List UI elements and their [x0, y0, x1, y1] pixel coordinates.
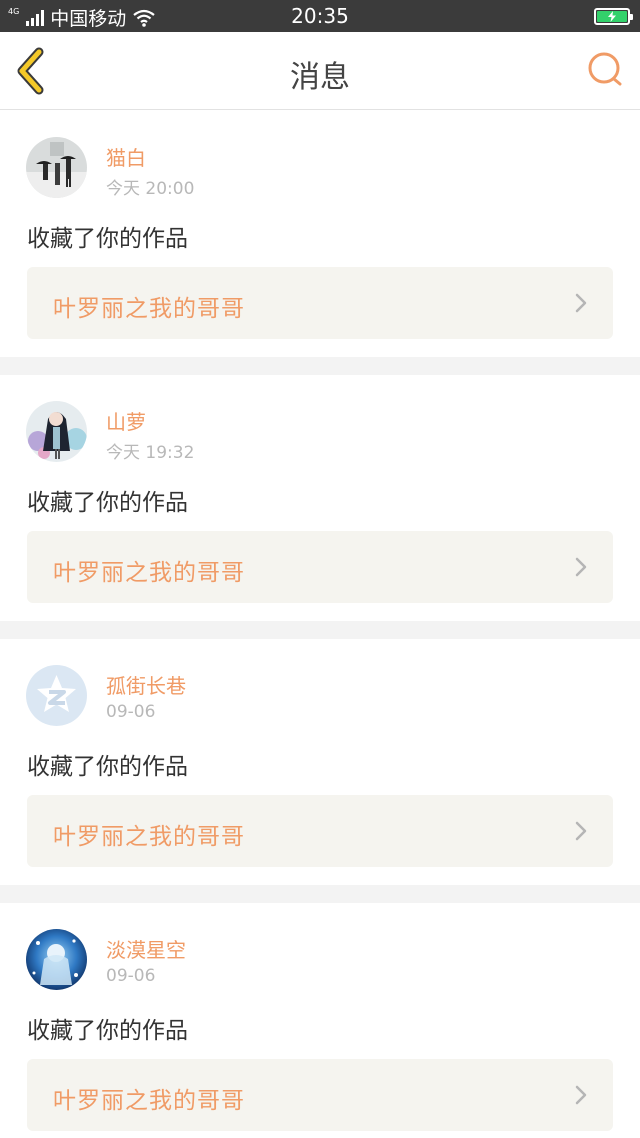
message-time: 09-06 [106, 702, 156, 722]
status-bar: 4G 中国移动 20:35 [0, 0, 640, 32]
status-time: 20:35 [291, 4, 349, 28]
search-button[interactable] [586, 50, 626, 90]
chevron-right-icon [575, 821, 587, 841]
user-name[interactable]: 猫白 [106, 142, 146, 171]
chevron-right-icon [575, 557, 587, 577]
divider [0, 621, 640, 639]
message-card: 淡漠星空 09-06 收藏了你的作品 叶罗丽之我的哥哥 [0, 903, 640, 1138]
action-text: 收藏了你的作品 [27, 226, 188, 252]
message-card: 山萝 今天 19:32 收藏了你的作品 叶罗丽之我的哥哥 [0, 375, 640, 621]
work-link[interactable]: 叶罗丽之我的哥哥 [27, 795, 613, 867]
action-text: 收藏了你的作品 [27, 754, 188, 780]
user-name[interactable]: 淡漠星空 [106, 934, 186, 963]
message-time: 今天 19:32 [106, 443, 195, 463]
avatar[interactable] [26, 137, 87, 198]
action-text: 收藏了你的作品 [27, 490, 188, 516]
work-title: 叶罗丽之我的哥哥 [53, 296, 245, 322]
work-title: 叶罗丽之我的哥哥 [53, 560, 245, 586]
divider [0, 357, 640, 375]
message-list: 猫白 今天 20:00 收藏了你的作品 叶罗丽之我的哥哥 山萝 今天 19:32… [0, 111, 640, 1138]
work-link[interactable]: 叶罗丽之我的哥哥 [27, 1059, 613, 1131]
work-title: 叶罗丽之我的哥哥 [53, 824, 245, 850]
chevron-right-icon [575, 293, 587, 313]
charging-icon [608, 11, 616, 22]
message-card: 猫白 今天 20:00 收藏了你的作品 叶罗丽之我的哥哥 [0, 111, 640, 357]
message-time: 09-06 [106, 966, 156, 986]
user-name[interactable]: 山萝 [106, 406, 146, 435]
back-button[interactable] [12, 46, 58, 96]
battery-icon [594, 8, 633, 25]
work-title: 叶罗丽之我的哥哥 [53, 1088, 245, 1114]
battery-fill [597, 11, 627, 22]
user-name[interactable]: 孤街长巷 [106, 670, 186, 699]
avatar[interactable] [26, 401, 87, 462]
chevron-left-icon [17, 47, 44, 95]
work-link[interactable]: 叶罗丽之我的哥哥 [27, 267, 613, 339]
search-icon [588, 52, 622, 86]
message-card: 孤街长巷 09-06 收藏了你的作品 叶罗丽之我的哥哥 [0, 639, 640, 885]
avatar[interactable] [26, 929, 87, 990]
action-text: 收藏了你的作品 [27, 1018, 188, 1044]
page-title: 消息 [290, 60, 350, 95]
message-time: 今天 20:00 [106, 179, 195, 199]
work-link[interactable]: 叶罗丽之我的哥哥 [27, 531, 613, 603]
nav-bar: 消息 [0, 32, 640, 110]
avatar[interactable] [26, 665, 87, 726]
divider [0, 885, 640, 903]
chevron-right-icon [575, 1085, 587, 1105]
